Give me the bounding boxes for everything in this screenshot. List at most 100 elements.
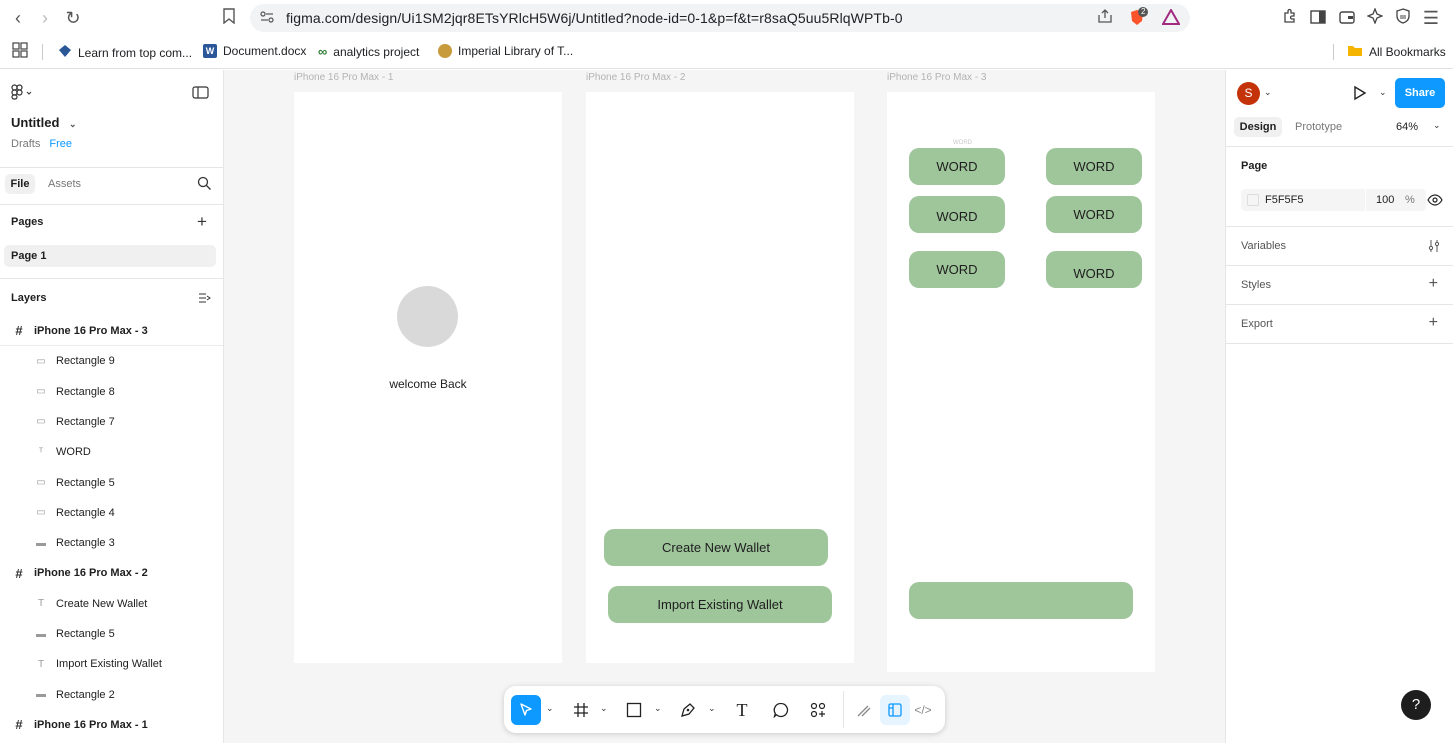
- frame1-label[interactable]: iPhone 16 Pro Max - 1: [294, 72, 394, 83]
- tab-file[interactable]: File: [5, 174, 35, 194]
- present-play-icon[interactable]: [1353, 85, 1367, 106]
- share-button[interactable]: Share: [1395, 78, 1445, 108]
- search-icon[interactable]: [197, 176, 212, 196]
- move-tool-icon[interactable]: [511, 695, 541, 725]
- leo-ai-icon[interactable]: [1365, 7, 1385, 28]
- continue-button-rect[interactable]: [909, 582, 1133, 619]
- zoom-level[interactable]: 64%: [1396, 121, 1418, 133]
- design-mode-icon[interactable]: [880, 695, 910, 725]
- layer-row[interactable]: T Import Existing Wallet: [0, 649, 223, 679]
- plan-badge[interactable]: Free: [49, 138, 72, 150]
- add-style-plus-icon[interactable]: +: [1429, 276, 1438, 292]
- forward-arrow-icon[interactable]: ›: [35, 8, 55, 28]
- bg-opacity-value[interactable]: 100: [1376, 194, 1394, 206]
- chevron-down-icon[interactable]: ⌄: [1264, 87, 1272, 98]
- help-question-icon[interactable]: ?: [1401, 690, 1431, 720]
- back-arrow-icon[interactable]: ‹: [8, 8, 28, 28]
- chevron-down-icon[interactable]: ⌄: [600, 703, 608, 714]
- welcome-text[interactable]: welcome Back: [294, 377, 562, 391]
- design-canvas[interactable]: iPhone 16 Pro Max - 1 iPhone 16 Pro Max …: [224, 70, 1225, 743]
- vpn-icon[interactable]: [1393, 8, 1413, 28]
- page-background-field[interactable]: F5F5F5 100 %: [1241, 189, 1426, 211]
- wallet-icon[interactable]: [1337, 8, 1357, 28]
- brave-shield-icon[interactable]: 2: [1128, 7, 1149, 27]
- bg-hex-value[interactable]: F5F5F5: [1265, 194, 1304, 206]
- word-tile-5[interactable]: WORD: [909, 251, 1005, 288]
- dev-mode-code-icon[interactable]: </>: [908, 695, 938, 725]
- actions-tool-icon[interactable]: [803, 695, 833, 725]
- layer-row[interactable]: ▭ Rectangle 5: [0, 468, 223, 498]
- chevron-down-icon[interactable]: ⌄: [708, 703, 716, 714]
- drafts-label[interactable]: Drafts: [11, 138, 40, 150]
- tab-prototype[interactable]: Prototype: [1295, 121, 1342, 133]
- frame2-label[interactable]: iPhone 16 Pro Max - 2: [586, 72, 686, 83]
- variables-label[interactable]: Variables: [1241, 240, 1286, 252]
- import-existing-wallet-button[interactable]: Import Existing Wallet: [608, 586, 832, 623]
- share-page-icon[interactable]: [1096, 9, 1114, 27]
- layer-row[interactable]: ▭ Rectangle 4: [0, 498, 223, 528]
- word-tile-3[interactable]: WORD: [909, 196, 1005, 233]
- user-avatar[interactable]: S: [1237, 82, 1260, 105]
- bookmark-imperial[interactable]: Imperial Library of T...: [438, 44, 573, 58]
- frame-tool-icon[interactable]: [566, 695, 596, 725]
- layer-row[interactable]: ▬ Rectangle 2: [0, 680, 223, 710]
- layer-frame-row[interactable]: # iPhone 16 Pro Max - 1: [0, 710, 223, 740]
- layer-row[interactable]: ▬ Rectangle 3: [0, 528, 223, 558]
- layer-row[interactable]: ▭ Rectangle 7: [0, 407, 223, 437]
- iphone-frame-1[interactable]: welcome Back: [294, 92, 562, 663]
- chevron-down-icon[interactable]: ⌄: [546, 703, 554, 714]
- word-tile-2[interactable]: WORD: [1046, 148, 1142, 185]
- text-tool-icon[interactable]: T: [727, 695, 757, 725]
- chevron-down-icon[interactable]: ⌄: [654, 703, 662, 714]
- brave-rewards-icon[interactable]: [1161, 7, 1181, 27]
- chevron-down-icon[interactable]: ⌄: [1433, 120, 1441, 131]
- tab-design[interactable]: Design: [1234, 117, 1282, 137]
- layer-row[interactable]: T Create New Wallet: [0, 589, 223, 619]
- comment-tool-icon[interactable]: [766, 695, 796, 725]
- iphone-frame-3[interactable]: WORD WORD WORD WORD WORD WORD WORD: [887, 92, 1155, 672]
- layer-frame-row[interactable]: # iPhone 16 Pro Max - 3: [0, 316, 223, 346]
- styles-label[interactable]: Styles: [1241, 279, 1271, 291]
- layer-row[interactable]: ▭ Rectangle 9: [0, 346, 223, 376]
- word-tile-4[interactable]: WORD: [1046, 196, 1142, 233]
- sidebar-icon[interactable]: [1308, 8, 1328, 28]
- word-tile-6[interactable]: WORD: [1046, 251, 1142, 288]
- layer-row[interactable]: ▬ Rectangle 5: [0, 619, 223, 649]
- frame3-label[interactable]: iPhone 16 Pro Max - 3: [887, 72, 987, 83]
- apps-grid-icon[interactable]: [10, 42, 30, 62]
- word-tiny-text[interactable]: WORD: [953, 140, 972, 146]
- bookmark-document[interactable]: W Document.docx: [203, 44, 306, 58]
- eye-visibility-icon[interactable]: [1427, 193, 1443, 211]
- add-export-plus-icon[interactable]: +: [1429, 315, 1438, 331]
- layer-frame-row[interactable]: # iPhone 16 Pro Max - 2: [0, 558, 223, 588]
- chevron-down-icon[interactable]: ⌄: [1379, 87, 1387, 98]
- layer-row[interactable]: ▭ Rectangle 8: [0, 377, 223, 407]
- rectangle-tool-icon[interactable]: [619, 695, 649, 725]
- bookmark-analytics[interactable]: ∞ analytics project: [318, 44, 419, 59]
- menu-icon[interactable]: ☰: [1421, 8, 1441, 28]
- all-bookmarks[interactable]: All Bookmarks: [1347, 44, 1446, 60]
- avatar-circle[interactable]: [397, 286, 458, 347]
- page-1-item[interactable]: Page 1: [4, 245, 216, 267]
- export-label[interactable]: Export: [1241, 318, 1273, 330]
- bookmark-learn[interactable]: Learn from top com...: [58, 44, 192, 61]
- tab-assets[interactable]: Assets: [48, 178, 81, 190]
- address-bar[interactable]: figma.com/design/Ui1SM2jqr8ETsYRlcH5W6j/…: [250, 4, 1190, 32]
- iphone-frame-2[interactable]: Create New Wallet Import Existing Wallet: [586, 92, 854, 663]
- create-new-wallet-button[interactable]: Create New Wallet: [604, 529, 828, 566]
- reload-icon[interactable]: ↻: [63, 8, 83, 28]
- draw-mode-icon[interactable]: [849, 695, 879, 725]
- site-settings-icon[interactable]: [258, 9, 276, 27]
- word-tile-1[interactable]: WORD: [909, 148, 1005, 185]
- file-title[interactable]: Untitled ⌄: [11, 115, 77, 130]
- layer-row[interactable]: ᵀ WORD: [0, 437, 223, 467]
- pen-tool-icon[interactable]: [673, 695, 703, 725]
- extensions-icon[interactable]: [1280, 8, 1300, 28]
- color-swatch[interactable]: [1247, 194, 1259, 206]
- toggle-sidebar-icon[interactable]: [192, 86, 209, 104]
- add-page-plus-icon[interactable]: +: [197, 212, 207, 232]
- variables-settings-icon[interactable]: [1427, 239, 1441, 258]
- collapse-layers-icon[interactable]: [198, 291, 211, 309]
- bookmark-icon[interactable]: [219, 8, 239, 28]
- figma-main-menu[interactable]: [11, 84, 33, 105]
